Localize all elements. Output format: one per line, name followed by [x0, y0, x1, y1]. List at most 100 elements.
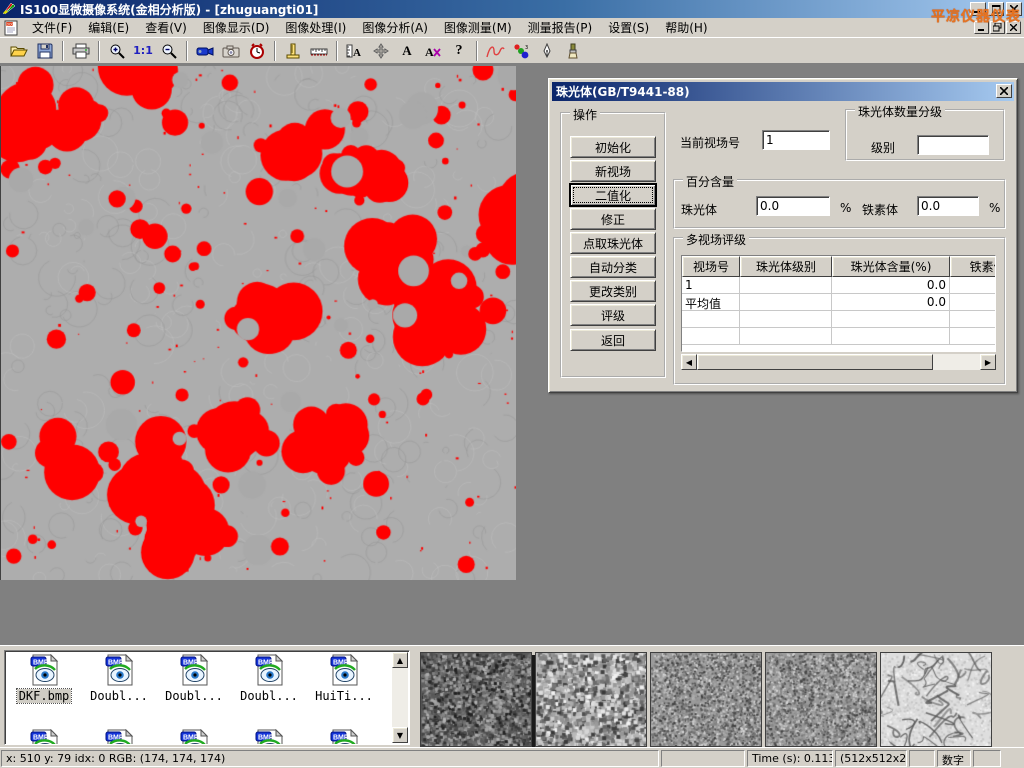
menu-item-8[interactable]: 设置(S) [600, 17, 657, 38]
pearlite-input[interactable]: 0.0 [756, 196, 830, 216]
pearlite-percent-sign: % [840, 201, 851, 215]
ruler-button[interactable] [307, 40, 331, 62]
file-item-4[interactable]: BMPHuiTi... [307, 654, 381, 703]
document-icon[interactable]: DOC [3, 20, 21, 36]
current-field-input[interactable]: 1 [762, 130, 830, 150]
open-button[interactable] [7, 40, 31, 62]
menu-item-0[interactable]: 文件(F) [24, 17, 80, 38]
menu-item-5[interactable]: 图像分析(A) [354, 17, 436, 38]
file-item-row2-0[interactable]: BMP [7, 729, 81, 745]
multifield-table[interactable]: 视场号珠光体级别珠光体含量(%)铁素体含量(%)10.0平均值0.0 [681, 255, 996, 352]
print-button[interactable] [69, 40, 93, 62]
operation-button-1[interactable]: 新视场 [570, 160, 656, 182]
timer-button[interactable] [245, 40, 269, 62]
operation-button-0[interactable]: 初始化 [570, 136, 656, 158]
file-item-row2-4[interactable]: BMP [307, 729, 381, 745]
table-header-0[interactable]: 视场号 [682, 256, 740, 277]
maximize-button[interactable] [988, 2, 1004, 16]
thumbnail-0[interactable] [420, 652, 532, 747]
svg-text:3: 3 [525, 45, 528, 51]
video-camera-button[interactable] [193, 40, 217, 62]
minimize-button[interactable] [970, 2, 986, 16]
menu-item-3[interactable]: 图像显示(D) [195, 17, 278, 38]
caliper-button[interactable] [281, 40, 305, 62]
zoom-in-icon [109, 43, 125, 59]
zoom-in-button[interactable] [105, 40, 129, 62]
bottom-panel: BMPDKF.bmpBMPDoubl...BMPDoubl...BMPDoubl… [0, 645, 1024, 747]
scroll-left-button[interactable]: ◀ [681, 354, 697, 370]
table-header-1[interactable]: 珠光体级别 [740, 256, 832, 277]
table-header-3[interactable]: 铁素体含量(%) [950, 256, 996, 277]
table-row-0[interactable]: 10.0 [682, 277, 995, 294]
file-name: Doubl... [163, 689, 225, 703]
ruler-icon [310, 45, 328, 57]
delete-text-button[interactable]: A [421, 40, 445, 62]
thumbnail-4[interactable] [880, 652, 992, 747]
classify-dots-button[interactable]: 3 [509, 40, 533, 62]
print-icon [72, 43, 90, 59]
file-item-3[interactable]: BMPDoubl... [232, 654, 306, 703]
mdi-restore-button[interactable] [990, 21, 1005, 34]
file-name: DKF.bmp [17, 689, 72, 703]
pen-button[interactable] [535, 40, 559, 62]
operation-button-4[interactable]: 点取珠光体 [570, 232, 656, 254]
menu-item-1[interactable]: 编辑(E) [80, 17, 137, 38]
table-row-3[interactable] [682, 328, 995, 345]
scroll-right-button[interactable]: ▶ [980, 354, 996, 370]
ferrite-input[interactable]: 0.0 [917, 196, 979, 216]
percent-group-label: 百分含量 [683, 173, 737, 190]
save-button[interactable] [33, 40, 57, 62]
curve-button[interactable] [483, 40, 507, 62]
move-cross-button[interactable] [369, 40, 393, 62]
operation-button-8[interactable]: 返回 [570, 329, 656, 351]
svg-text:A: A [425, 45, 434, 59]
file-item-1[interactable]: BMPDoubl... [82, 654, 156, 703]
menu-item-4[interactable]: 图像处理(I) [277, 17, 354, 38]
save-icon [37, 43, 53, 59]
actual-size-button[interactable]: 1:1 [131, 40, 155, 62]
camera-button[interactable] [219, 40, 243, 62]
dialog-close-button[interactable] [996, 84, 1012, 98]
table-header-2[interactable]: 珠光体含量(%) [832, 256, 950, 277]
mdi-close-button[interactable] [1006, 21, 1021, 34]
operation-button-3[interactable]: 修正 [570, 208, 656, 230]
operation-button-5[interactable]: 自动分类 [570, 256, 656, 278]
thumbnail-3[interactable] [765, 652, 877, 747]
delete-text-icon: A [424, 43, 442, 59]
scrollbar-thumb[interactable] [697, 354, 933, 370]
bmp-file-icon: BMP [328, 729, 360, 745]
menu-item-6[interactable]: 图像测量(M) [436, 17, 520, 38]
move-cross-icon [373, 43, 389, 59]
mdi-minimize-button[interactable] [974, 21, 989, 34]
table-cell [950, 294, 996, 311]
file-item-0[interactable]: BMPDKF.bmp [7, 654, 81, 703]
scroll-down-button[interactable]: ▼ [392, 727, 408, 743]
file-item-row2-2[interactable]: BMP [157, 729, 231, 745]
dialog-title-bar[interactable]: 珠光体(GB/T9441-88) [552, 82, 1014, 101]
help-button[interactable]: ? [447, 40, 471, 62]
scroll-up-button[interactable]: ▲ [392, 652, 408, 668]
file-item-row2-1[interactable]: BMP [82, 729, 156, 745]
status-bar: x: 510 y: 79 idx: 0 RGB: (174, 174, 174)… [0, 747, 1024, 768]
specimen-image[interactable] [0, 66, 516, 580]
operation-button-7[interactable]: 评级 [570, 304, 656, 326]
operation-button-2[interactable]: 二值化 [570, 184, 656, 206]
menu-item-2[interactable]: 查看(V) [137, 17, 195, 38]
menu-item-9[interactable]: 帮助(H) [657, 17, 715, 38]
file-item-2[interactable]: BMPDoubl... [157, 654, 231, 703]
zoom-out-button[interactable] [157, 40, 181, 62]
table-cell: 0.0 [832, 277, 950, 294]
table-row-2[interactable] [682, 311, 995, 328]
text-button[interactable]: A [395, 40, 419, 62]
table-row-1[interactable]: 平均值0.0 [682, 294, 995, 311]
operation-button-6[interactable]: 更改类别 [570, 280, 656, 302]
thumbnail-2[interactable] [650, 652, 762, 747]
measure-ruler-button[interactable]: A [343, 40, 367, 62]
file-name: HuiTi... [313, 689, 375, 703]
grade-input[interactable] [917, 135, 989, 155]
file-item-row2-3[interactable]: BMP [232, 729, 306, 745]
thumbnail-1[interactable] [535, 652, 647, 747]
brush-button[interactable] [561, 40, 585, 62]
close-button[interactable] [1006, 2, 1022, 16]
menu-item-7[interactable]: 测量报告(P) [520, 17, 601, 38]
